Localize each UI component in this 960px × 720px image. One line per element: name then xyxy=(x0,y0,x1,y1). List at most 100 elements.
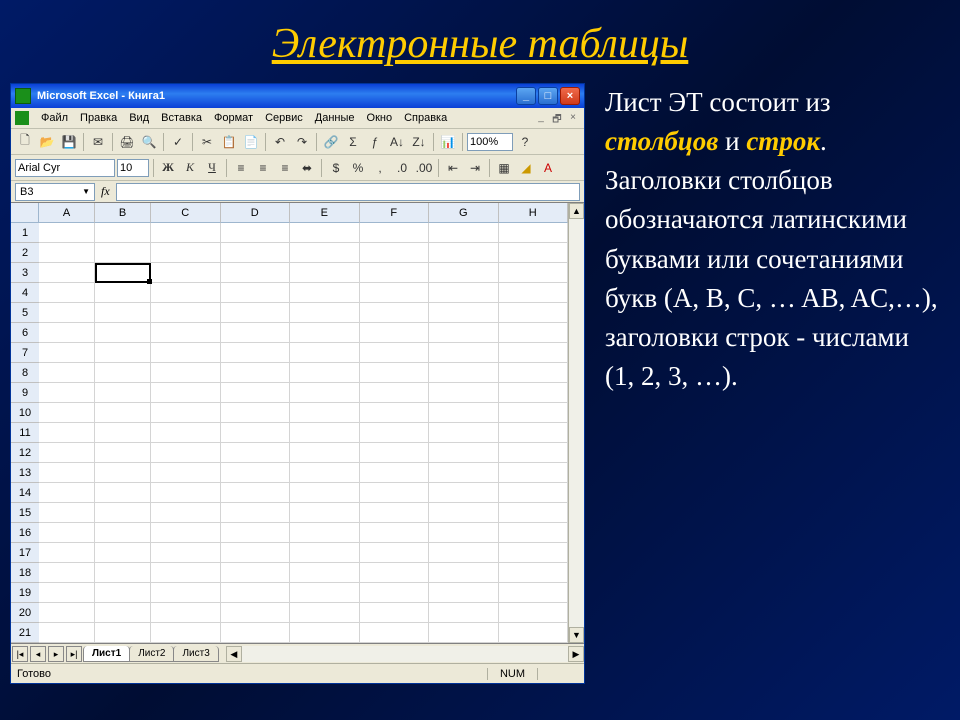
cell-D13[interactable] xyxy=(221,463,291,483)
tab-nav-first[interactable]: |◂ xyxy=(12,646,28,662)
cell-C13[interactable] xyxy=(151,463,221,483)
name-box[interactable]: B3 ▼ xyxy=(15,183,95,201)
cell-H5[interactable] xyxy=(499,303,569,323)
cell-C17[interactable] xyxy=(151,543,221,563)
cell-C15[interactable] xyxy=(151,503,221,523)
fx-label[interactable]: fx xyxy=(101,184,110,199)
cell-C19[interactable] xyxy=(151,583,221,603)
merge-icon[interactable]: ⬌ xyxy=(297,158,317,178)
row-header-15[interactable]: 15 xyxy=(11,503,39,523)
col-header-E[interactable]: E xyxy=(290,203,360,223)
cell-G11[interactable] xyxy=(429,423,499,443)
cell-E3[interactable] xyxy=(290,263,359,283)
col-header-B[interactable]: B xyxy=(95,203,151,223)
cell-D18[interactable] xyxy=(221,563,291,583)
cell-A8[interactable] xyxy=(39,363,95,383)
cells-area[interactable] xyxy=(39,223,568,643)
doc-close[interactable]: × xyxy=(566,112,580,124)
col-header-G[interactable]: G xyxy=(429,203,499,223)
cell-B1[interactable] xyxy=(95,223,151,243)
cell-D19[interactable] xyxy=(221,583,291,603)
cell-A13[interactable] xyxy=(39,463,95,483)
cell-G20[interactable] xyxy=(429,603,499,623)
cell-B16[interactable] xyxy=(95,523,151,543)
row-header-16[interactable]: 16 xyxy=(11,523,39,543)
cell-A6[interactable] xyxy=(39,323,95,343)
cell-F5[interactable] xyxy=(360,303,430,323)
cell-E1[interactable] xyxy=(290,223,360,243)
cell-D21[interactable] xyxy=(221,623,291,643)
cell-G13[interactable] xyxy=(429,463,499,483)
cell-E11[interactable] xyxy=(290,423,360,443)
cell-F21[interactable] xyxy=(360,623,430,643)
print-icon[interactable]: 🖨 xyxy=(117,132,137,152)
cell-B8[interactable] xyxy=(95,363,151,383)
cell-E8[interactable] xyxy=(290,363,360,383)
cell-A19[interactable] xyxy=(39,583,95,603)
maximize-button[interactable]: □ xyxy=(538,87,558,105)
sum-icon[interactable]: Σ xyxy=(343,132,363,152)
sort-desc-icon[interactable]: Z↓ xyxy=(409,132,429,152)
cell-A4[interactable] xyxy=(39,283,95,303)
cell-H14[interactable] xyxy=(499,483,569,503)
cell-B9[interactable] xyxy=(95,383,151,403)
cell-D5[interactable] xyxy=(221,303,291,323)
cell-G21[interactable] xyxy=(429,623,499,643)
col-header-A[interactable]: A xyxy=(39,203,95,223)
menu-help[interactable]: Справка xyxy=(398,110,453,126)
underline-button[interactable]: Ч xyxy=(202,158,222,178)
cell-F11[interactable] xyxy=(360,423,430,443)
row-header-13[interactable]: 13 xyxy=(11,463,39,483)
align-right-icon[interactable]: ≡ xyxy=(275,158,295,178)
cell-H1[interactable] xyxy=(499,223,569,243)
cell-C10[interactable] xyxy=(151,403,221,423)
cell-C18[interactable] xyxy=(151,563,221,583)
doc-minimize[interactable]: _ xyxy=(534,112,548,124)
row-header-1[interactable]: 1 xyxy=(11,223,39,243)
border-icon[interactable]: ▦ xyxy=(494,158,514,178)
cell-F2[interactable] xyxy=(360,243,430,263)
cell-A11[interactable] xyxy=(39,423,95,443)
tab-nav-prev[interactable]: ◂ xyxy=(30,646,46,662)
cell-D14[interactable] xyxy=(221,483,291,503)
chart-icon[interactable]: 📊 xyxy=(438,132,458,152)
indent-icon[interactable]: ⇥ xyxy=(465,158,485,178)
font-color-icon[interactable]: A xyxy=(538,158,558,178)
cell-D11[interactable] xyxy=(221,423,291,443)
row-header-3[interactable]: 3 xyxy=(11,263,39,283)
cell-A17[interactable] xyxy=(39,543,95,563)
cell-C6[interactable] xyxy=(151,323,221,343)
cell-H18[interactable] xyxy=(499,563,569,583)
menu-view[interactable]: Вид xyxy=(123,110,155,126)
cell-D20[interactable] xyxy=(221,603,291,623)
cell-H11[interactable] xyxy=(499,423,569,443)
cell-H13[interactable] xyxy=(499,463,569,483)
row-header-20[interactable]: 20 xyxy=(11,603,39,623)
cell-F7[interactable] xyxy=(360,343,430,363)
cell-B13[interactable] xyxy=(95,463,151,483)
cell-E10[interactable] xyxy=(290,403,360,423)
cut-icon[interactable]: ✂ xyxy=(197,132,217,152)
cell-G7[interactable] xyxy=(429,343,499,363)
cell-E15[interactable] xyxy=(290,503,360,523)
cell-E9[interactable] xyxy=(290,383,360,403)
comma-icon[interactable]: , xyxy=(370,158,390,178)
cell-H4[interactable] xyxy=(499,283,569,303)
cell-E4[interactable] xyxy=(290,283,360,303)
cell-E20[interactable] xyxy=(290,603,360,623)
cell-H9[interactable] xyxy=(499,383,569,403)
cell-E5[interactable] xyxy=(290,303,360,323)
cell-H21[interactable] xyxy=(499,623,569,643)
cell-F9[interactable] xyxy=(360,383,430,403)
cell-F19[interactable] xyxy=(360,583,430,603)
row-header-9[interactable]: 9 xyxy=(11,383,39,403)
cell-D2[interactable] xyxy=(221,243,291,263)
cell-C9[interactable] xyxy=(151,383,221,403)
cell-H17[interactable] xyxy=(499,543,569,563)
cell-A7[interactable] xyxy=(39,343,95,363)
cell-F3[interactable] xyxy=(360,263,429,283)
cell-A1[interactable] xyxy=(39,223,95,243)
cell-F10[interactable] xyxy=(360,403,430,423)
row-header-7[interactable]: 7 xyxy=(11,343,39,363)
menu-window[interactable]: Окно xyxy=(361,110,399,126)
